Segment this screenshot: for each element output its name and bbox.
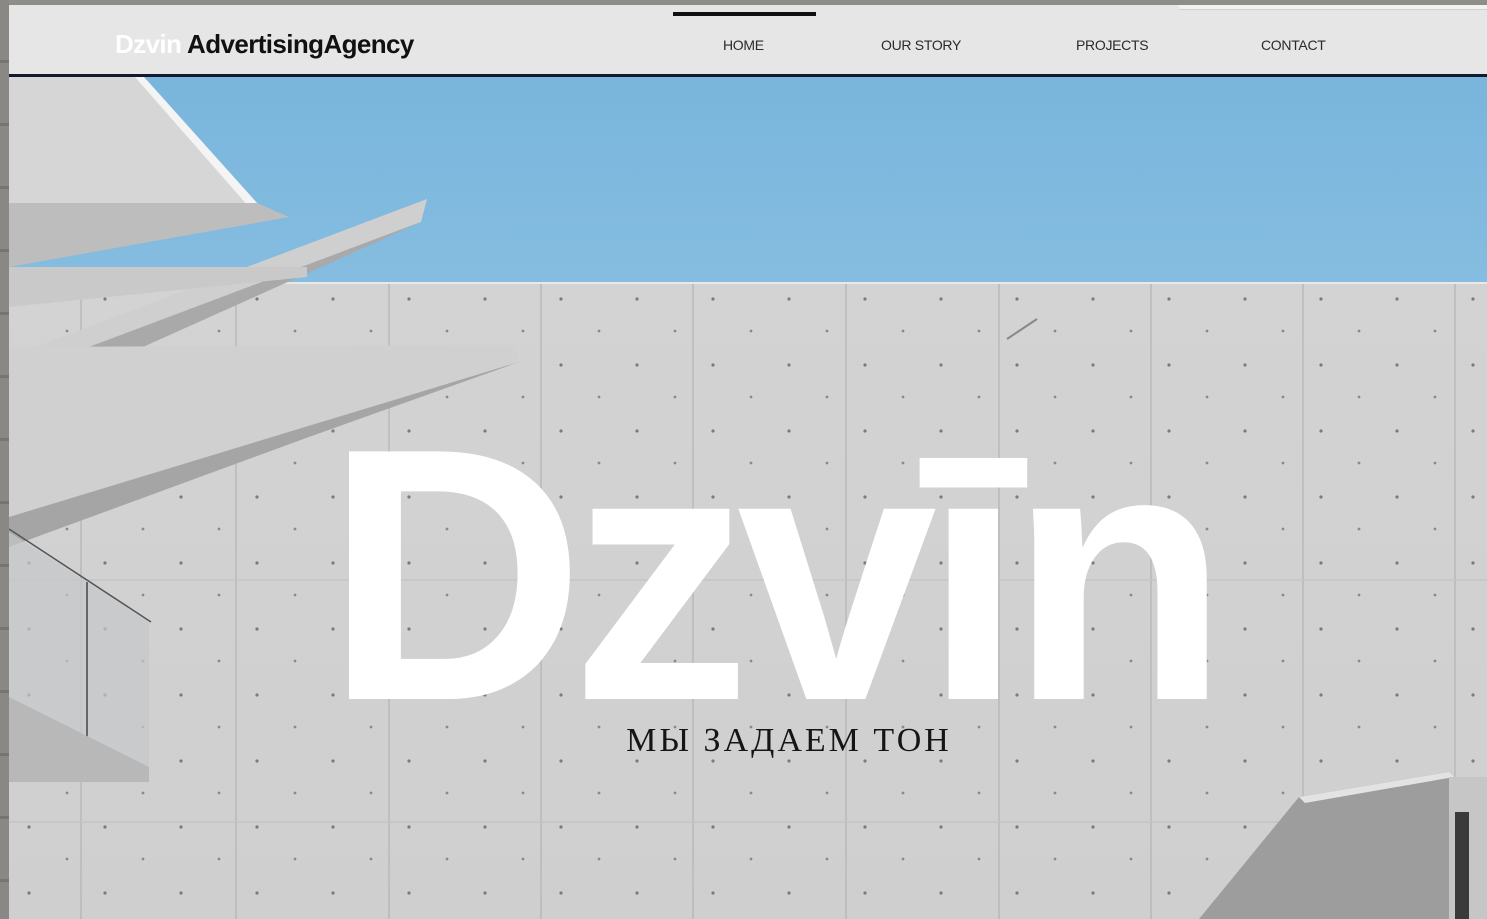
nav-contact[interactable]: CONTACT bbox=[1261, 37, 1326, 53]
header-top-strip bbox=[1179, 5, 1487, 10]
window-left-frame bbox=[0, 0, 9, 919]
brand-logo[interactable]: Dzvin AdvertisingAgency bbox=[115, 29, 414, 59]
nav-active-indicator bbox=[673, 12, 816, 16]
hero-title: Dzvīn bbox=[324, 374, 1229, 776]
hero-section: Dzvīn МЫ ЗАДАЕМ ТОН bbox=[9, 77, 1487, 919]
nav-home[interactable]: HOME bbox=[723, 37, 764, 53]
site-header: Dzvin AdvertisingAgency HOME OUR STORY P… bbox=[9, 5, 1487, 77]
hero-tagline: МЫ ЗАДАЕМ ТОН bbox=[626, 722, 952, 759]
nav-projects[interactable]: PROJECTS bbox=[1076, 37, 1149, 53]
brand-name-first: Dzvin bbox=[115, 29, 188, 59]
brand-name-second: AdvertisingAgency bbox=[187, 29, 414, 59]
nav-our-story[interactable]: OUR STORY bbox=[881, 37, 961, 53]
